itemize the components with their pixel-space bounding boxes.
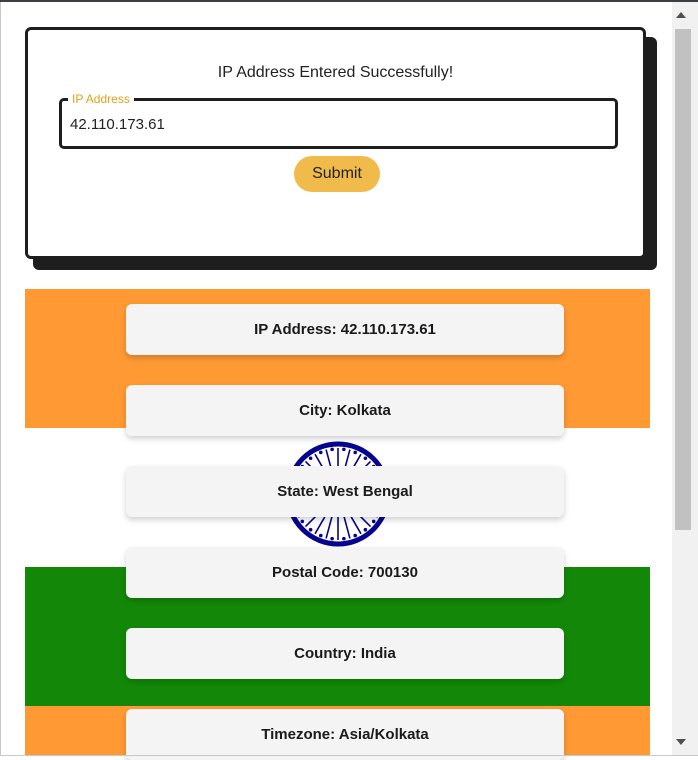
- submit-button[interactable]: Submit: [294, 156, 380, 192]
- ip-address-result: IP Address: 42.110.173.61: [126, 304, 564, 355]
- window-top-border: [0, 0, 698, 2]
- india-flag-background: [25, 289, 650, 756]
- ip-address-field[interactable]: IP Address: [59, 91, 618, 149]
- chakra-rim-dot: [300, 519, 305, 524]
- ip-address-input[interactable]: [70, 112, 590, 136]
- state-result: State: West Bengal: [126, 466, 564, 517]
- scroll-down-arrow-icon[interactable]: [676, 739, 686, 745]
- chakra-rim-dot: [308, 456, 313, 461]
- chakra-rim-dot: [353, 450, 358, 455]
- window-left-border: [0, 2, 1, 756]
- chakra-rim-dot: [330, 536, 334, 541]
- ip-form-card: IP Address Entered Successfully! IP Addr…: [25, 27, 646, 259]
- chakra-rim-dot: [308, 527, 313, 532]
- scrollbar-thumb[interactable]: [675, 29, 691, 530]
- chakra-rim-dot: [363, 456, 368, 461]
- city-result: City: Kolkata: [126, 385, 564, 436]
- chakra-rim-dot: [330, 447, 334, 452]
- chakra-rim-dot: [318, 450, 323, 455]
- chakra-rim-dot: [353, 533, 358, 538]
- scroll-up-arrow-icon[interactable]: [676, 12, 686, 18]
- chakra-rim-dot: [371, 519, 376, 524]
- chakra-rim-dot: [342, 536, 346, 541]
- ip-address-legend: IP Address: [68, 91, 134, 107]
- chakra-rim-dot: [363, 527, 368, 532]
- chakra-rim-dot: [318, 533, 323, 538]
- chakra-rim-dot: [342, 447, 346, 452]
- country-result: Country: India: [126, 628, 564, 679]
- success-message: IP Address Entered Successfully!: [217, 64, 454, 81]
- postal-code-result: Postal Code: 700130: [126, 547, 564, 598]
- timezone-result: Timezone: Asia/Kolkata: [126, 709, 564, 760]
